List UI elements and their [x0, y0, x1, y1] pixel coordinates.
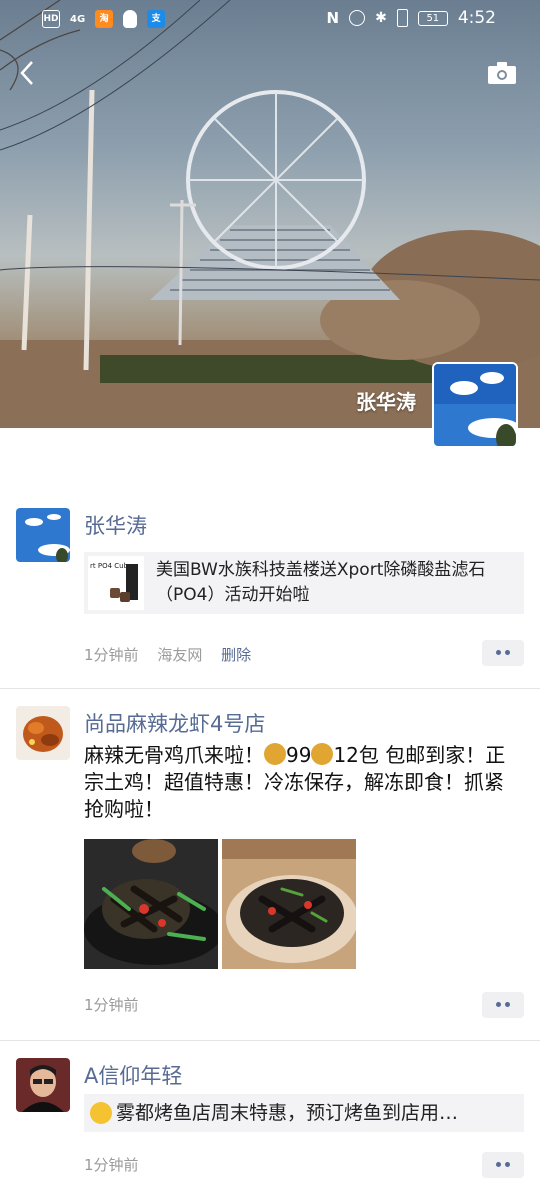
- author-avatar[interactable]: [16, 706, 70, 760]
- post-time: 1分钟前: [84, 996, 139, 1014]
- post-divider: [0, 1040, 540, 1041]
- post-time: 1分钟前: [84, 646, 139, 664]
- author-avatar[interactable]: [16, 508, 70, 562]
- post-divider: [0, 688, 540, 689]
- profile-name: 张华涛: [356, 390, 416, 414]
- more-actions-button[interactable]: [482, 640, 524, 666]
- link-thumbnail: rt PO4 Cubes: [88, 556, 144, 610]
- battery-icon: 51: [417, 10, 448, 26]
- qq-icon: [123, 10, 138, 28]
- post-text-part: 麻辣无骨鸡爪来啦！: [84, 743, 264, 767]
- link-title: 雾都烤鱼店周末特惠，预订烤鱼到店用…: [116, 1102, 459, 1124]
- smile-emoji-icon: [90, 1102, 112, 1124]
- signal-4g-icon: 4G: [70, 13, 86, 25]
- post-meta: 1分钟前: [84, 1154, 153, 1175]
- status-bar: HD 4G 淘 支 N ✱ 51 4:52: [0, 0, 540, 40]
- post-image[interactable]: [84, 839, 218, 969]
- profile-avatar[interactable]: [432, 362, 518, 448]
- link-title: 美国BW水族科技盖楼送Xport除磷酸盐滤石（PO4）活动开始啦: [156, 560, 486, 605]
- more-actions-button[interactable]: [482, 992, 524, 1018]
- post-meta: 1分钟前 海友网 删除: [84, 644, 265, 665]
- nfc-icon: N: [326, 9, 340, 27]
- alarm-icon: [349, 10, 366, 26]
- post-text: 麻辣无骨鸡爪来啦！ 99 12包 包邮到家！正宗土鸡！超值特惠！冷冻保存，解冻即食！…: [84, 742, 514, 823]
- post-meta: 1分钟前: [84, 994, 153, 1015]
- post-source[interactable]: 海友网: [157, 646, 202, 664]
- taobao-icon: 淘: [95, 10, 114, 28]
- clock-time: 4:52: [457, 8, 496, 28]
- shared-link-card[interactable]: 雾都烤鱼店周末特惠，预订烤鱼到店用…: [84, 1094, 524, 1132]
- delete-link[interactable]: 删除: [221, 646, 251, 664]
- author-name[interactable]: 张华涛: [84, 510, 147, 540]
- bluetooth-icon: ✱: [375, 10, 387, 26]
- money-bag-icon: [311, 743, 334, 765]
- author-avatar[interactable]: [16, 1058, 70, 1112]
- author-name[interactable]: 尚品麻辣龙虾4号店: [84, 708, 265, 738]
- alipay-icon: 支: [147, 10, 166, 28]
- post-text-part: 99: [286, 743, 312, 767]
- money-bag-icon: [264, 743, 286, 765]
- post-image[interactable]: [222, 839, 356, 969]
- hd-icon: HD: [42, 10, 60, 28]
- author-name[interactable]: A信仰年轻: [84, 1060, 182, 1090]
- shared-link-card[interactable]: rt PO4 Cubes 美国BW水族科技盖楼送Xport除磷酸盐滤石（PO4）…: [84, 552, 524, 614]
- back-arrow-icon[interactable]: [14, 58, 42, 88]
- vibrate-icon: [396, 9, 408, 27]
- post-time: 1分钟前: [84, 1156, 139, 1174]
- more-actions-button[interactable]: [482, 1152, 524, 1178]
- camera-icon[interactable]: [488, 62, 516, 84]
